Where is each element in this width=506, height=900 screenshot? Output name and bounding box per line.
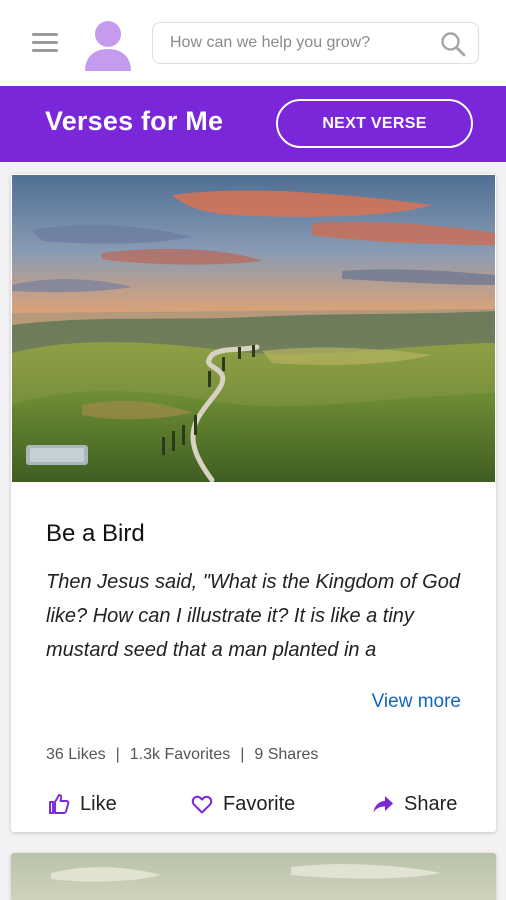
like-label: Like [80, 792, 117, 815]
view-more-link[interactable]: View more [372, 691, 461, 713]
user-avatar-icon[interactable] [84, 19, 132, 71]
top-bar [0, 0, 506, 86]
menu-bar-line [32, 41, 58, 44]
search-icon[interactable] [440, 31, 466, 57]
next-verse-card [11, 853, 496, 900]
search-input[interactable] [170, 23, 432, 63]
menu-bar-line [32, 33, 58, 36]
heart-icon [191, 795, 213, 814]
favorites-count: 1.3k Favorites [129, 746, 231, 763]
next-verse-button[interactable]: NEXT VERSE [276, 99, 473, 148]
favorite-label: Favorite [223, 792, 296, 815]
menu-bar-line [32, 49, 58, 52]
landscape-image [12, 175, 495, 483]
share-label: Share [404, 792, 458, 815]
thumbs-up-icon [49, 794, 70, 814]
verse-feed[interactable]: Be a Bird Then Jesus said, "What is the … [0, 162, 506, 900]
verse-card: Be a Bird Then Jesus said, "What is the … [11, 174, 496, 832]
stats-separator: | [115, 746, 120, 763]
shares-count: 9 Shares [254, 746, 319, 763]
like-button[interactable]: Like [47, 786, 117, 822]
verse-text: Then Jesus said, "What is the Kingdom of… [46, 571, 460, 661]
favorite-button[interactable]: Favorite [190, 786, 295, 822]
stats-separator: | [240, 746, 245, 763]
card-actions: Like Favorite Share [11, 786, 496, 822]
verses-banner: Verses for Me NEXT VERSE [0, 86, 506, 162]
engagement-stats: 36 Likes | 1.3k Favorites | 9 Shares [46, 746, 318, 764]
next-card-image [11, 853, 496, 900]
likes-count: 36 Likes [46, 746, 106, 763]
page-title: Verses for Me [45, 106, 224, 136]
share-arrow-icon [373, 796, 393, 813]
menu-button[interactable] [31, 31, 59, 53]
verse-title: Be a Bird [46, 520, 145, 547]
search-box[interactable] [152, 22, 479, 64]
share-button[interactable]: Share [371, 786, 457, 822]
